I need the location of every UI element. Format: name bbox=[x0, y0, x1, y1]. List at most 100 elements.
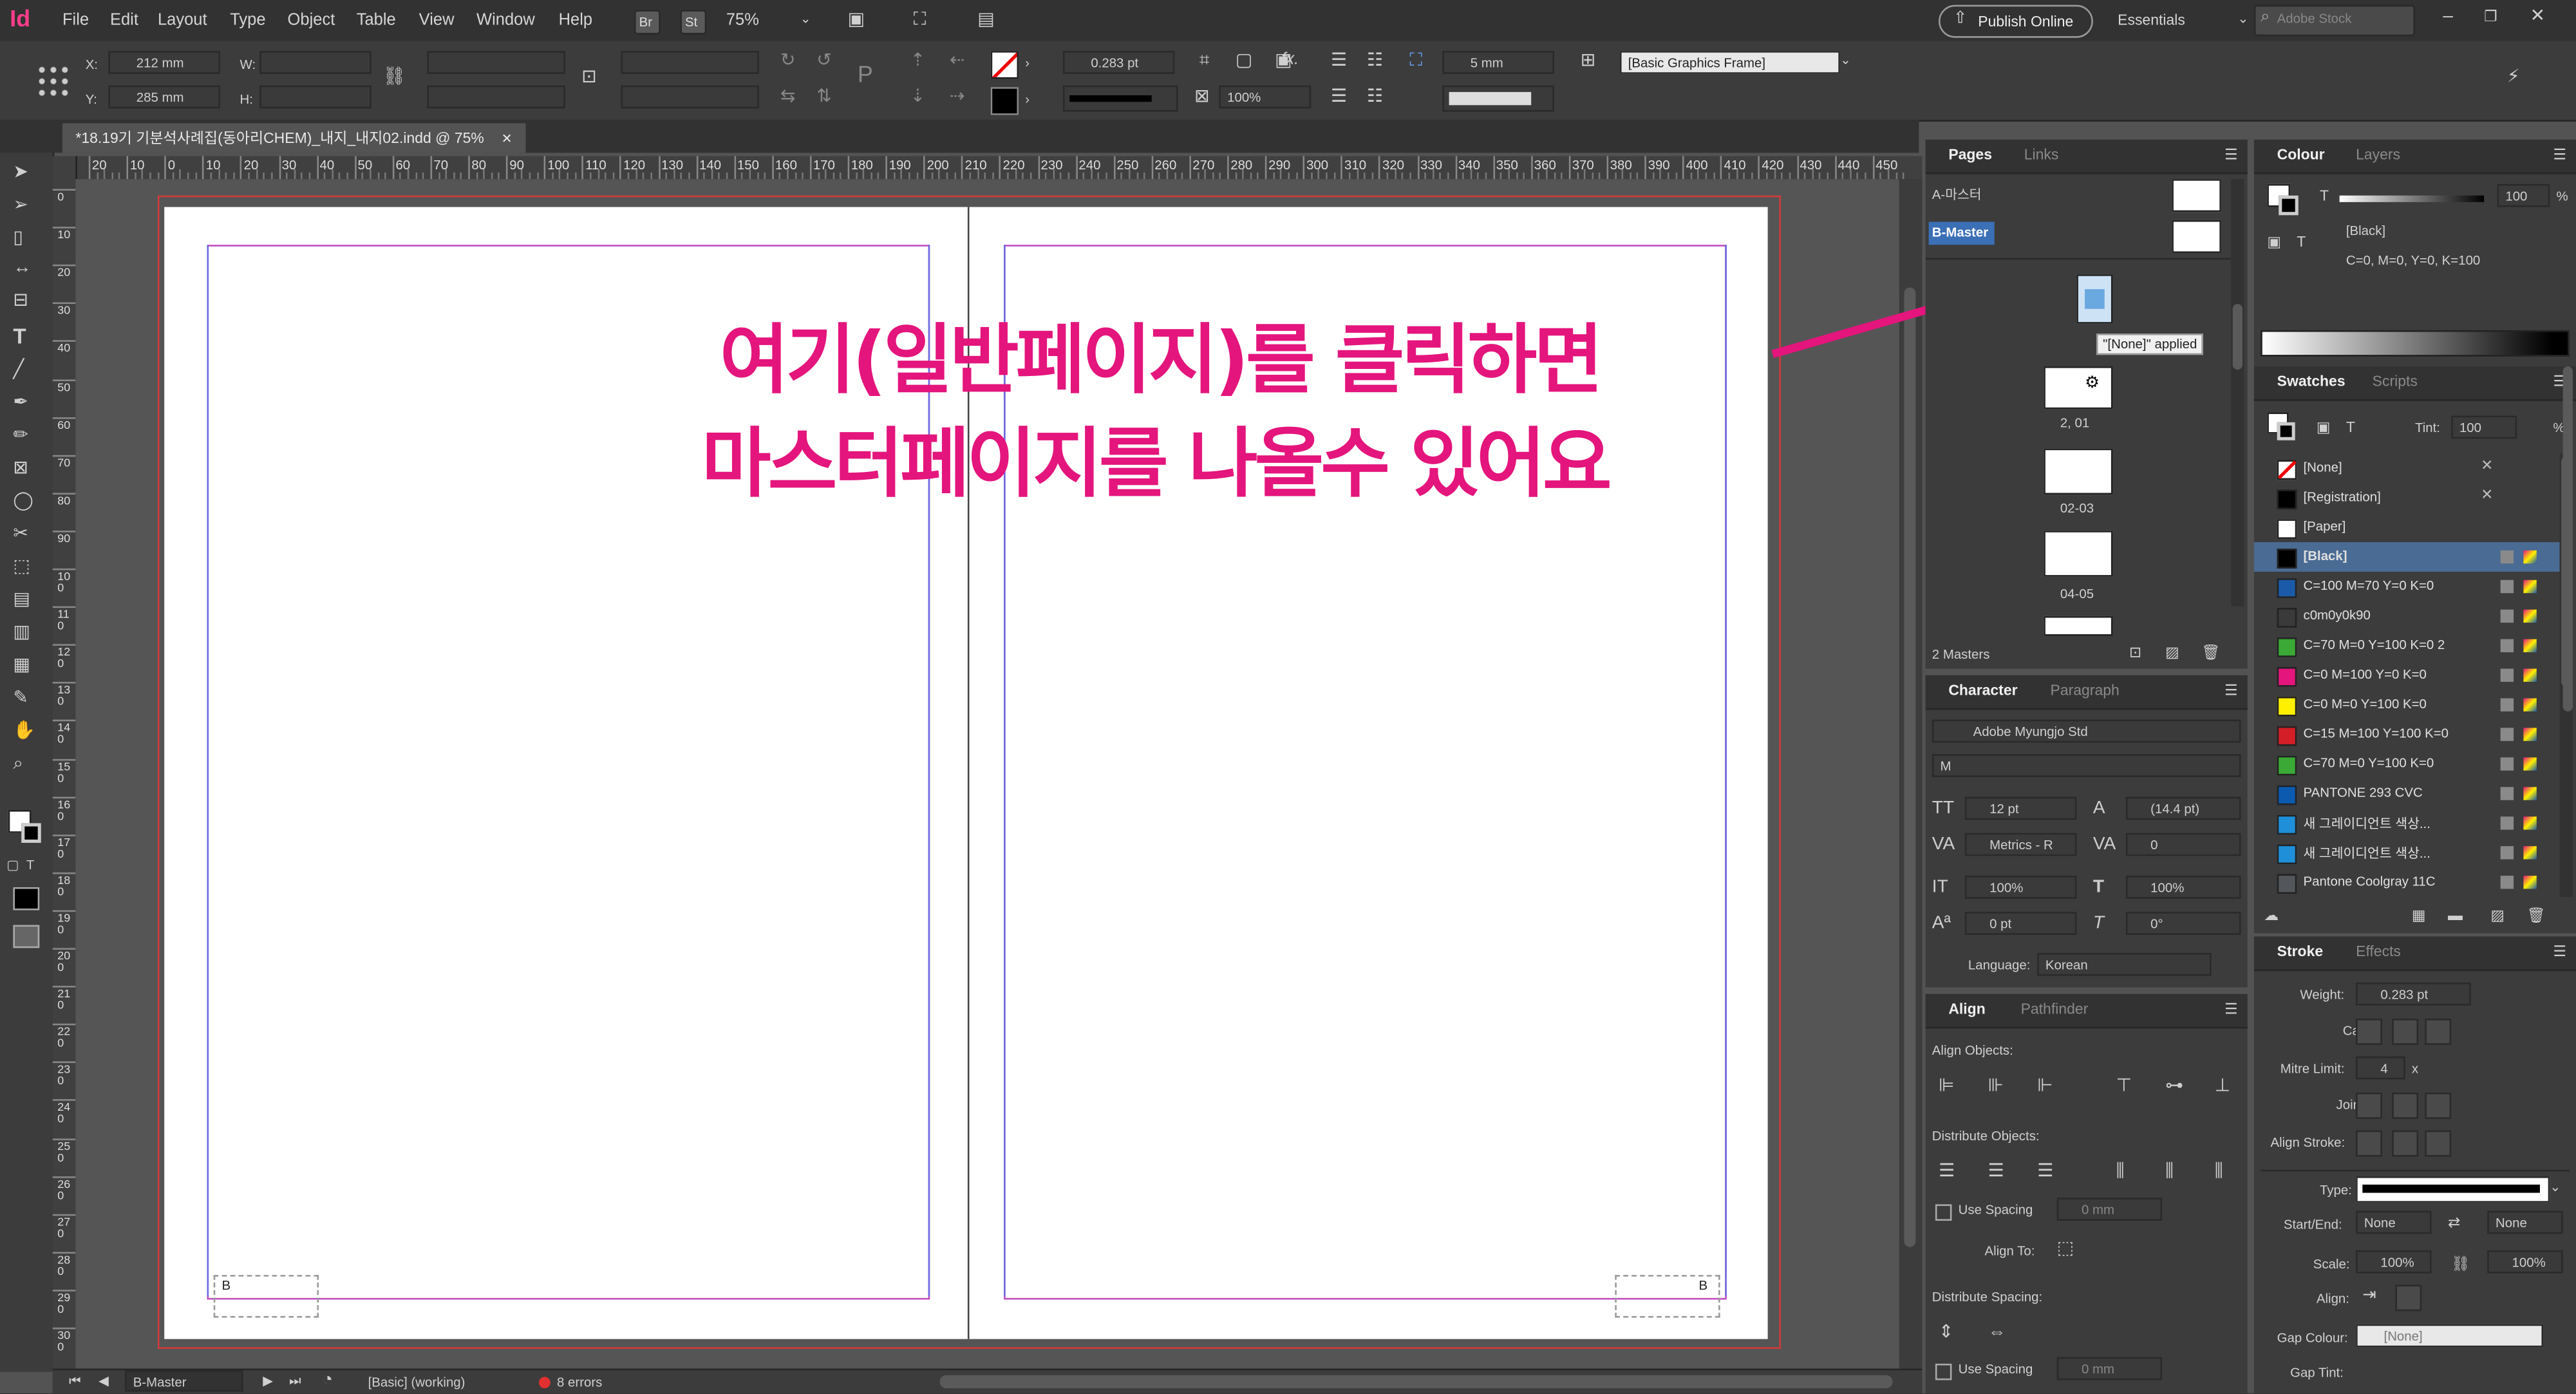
note-tool-icon[interactable]: ▦ bbox=[13, 655, 30, 675]
start-scale-field[interactable]: 100% bbox=[2356, 1250, 2432, 1274]
stroke-type-field[interactable] bbox=[2356, 1176, 2550, 1203]
butt-cap-button[interactable] bbox=[2356, 1019, 2382, 1045]
text-format-icon[interactable]: T bbox=[2346, 417, 2355, 437]
swatch-row[interactable]: C=70 M=0 Y=100 K=0 bbox=[2254, 749, 2560, 779]
align-to-selection-icon[interactable]: ⬚ bbox=[2057, 1239, 2074, 1259]
end-scale-field[interactable]: 100% bbox=[2487, 1250, 2563, 1274]
swatch-row[interactable]: PANTONE 293 CVC bbox=[2254, 779, 2560, 809]
panel-menu-icon[interactable]: ☰ bbox=[2224, 680, 2238, 700]
eyedropper-tool-icon[interactable]: ✎ bbox=[13, 688, 28, 708]
stroke-weight-field-panel[interactable]: 0.283 pt bbox=[2356, 982, 2471, 1006]
menu-edit[interactable]: Edit bbox=[110, 12, 138, 30]
tab-links[interactable]: Links bbox=[2024, 146, 2059, 163]
stock-button[interactable]: St bbox=[680, 10, 707, 35]
spacing-field-2[interactable]: 0 mm bbox=[2056, 1357, 2163, 1380]
chevron-down-icon[interactable]: ⌄ bbox=[2550, 1178, 2561, 1198]
panel-menu-icon[interactable]: ☰ bbox=[2224, 999, 2238, 1019]
rotate-cw-icon[interactable]: ↻ bbox=[780, 51, 796, 71]
restore-icon[interactable]: ❐ bbox=[2484, 6, 2497, 26]
colour-ramp[interactable] bbox=[2261, 330, 2570, 357]
align-center-icon[interactable]: ☷ bbox=[1367, 51, 1383, 71]
chevron-right-icon[interactable]: › bbox=[1025, 90, 1029, 110]
open-page-icon[interactable]: ◔ bbox=[322, 1370, 333, 1390]
menu-layout[interactable]: Layout bbox=[158, 12, 207, 30]
distribute-hspace-icon[interactable]: ⇔ bbox=[1988, 1323, 2006, 1342]
scale-percent-field[interactable]: 100% bbox=[1219, 85, 1312, 109]
menu-object[interactable]: Object bbox=[288, 12, 335, 30]
workspace-switcher[interactable]: Essentials bbox=[2118, 12, 2185, 28]
scale-x-field[interactable] bbox=[427, 51, 565, 74]
swatch-row[interactable]: 새 그레이디언트 색상... bbox=[2254, 808, 2560, 838]
scissors-tool-icon[interactable]: ✂ bbox=[13, 524, 28, 544]
projecting-cap-button[interactable] bbox=[2425, 1019, 2452, 1045]
swap-arrows-icon[interactable]: ⇄ bbox=[2448, 1212, 2460, 1232]
swatch-row[interactable]: [Paper] bbox=[2254, 513, 2560, 542]
swatch-row[interactable]: 새 그레이디언트 색상... bbox=[2254, 838, 2560, 867]
pages-scrollbar[interactable] bbox=[2231, 179, 2244, 607]
chevron-down-icon[interactable]: ⌄ bbox=[1840, 51, 1851, 71]
stroke-type-dropdown[interactable] bbox=[1062, 85, 1178, 112]
link-icon[interactable]: ⊡ bbox=[581, 68, 597, 88]
align-top-icon[interactable]: ⊤ bbox=[2116, 1076, 2132, 1096]
menu-file[interactable]: File bbox=[62, 12, 89, 30]
use-spacing-checkbox[interactable] bbox=[1935, 1204, 1952, 1221]
kerning-field[interactable]: Metrics - R bbox=[1964, 833, 2077, 856]
formatting-text-icon[interactable]: T bbox=[26, 856, 34, 876]
tab-align[interactable]: Align bbox=[1948, 1001, 1985, 1017]
fill-swatch[interactable] bbox=[990, 51, 1019, 79]
page-thumb-2[interactable]: ⚙ bbox=[2044, 366, 2113, 410]
vertical-scrollbar[interactable] bbox=[1899, 179, 1923, 1369]
chevron-right-icon[interactable]: › bbox=[1025, 54, 1029, 74]
page-thumb-5[interactable] bbox=[2044, 616, 2113, 636]
object-style-icon[interactable]: ⊞ bbox=[1581, 51, 1596, 71]
object-style-dropdown[interactable]: [Basic Graphics Frame] bbox=[1619, 51, 1840, 74]
pen-tool-icon[interactable]: ✒ bbox=[13, 393, 28, 413]
align-left-icon[interactable]: ⊫ bbox=[1939, 1076, 1954, 1096]
align-right-icon[interactable]: ⊩ bbox=[2037, 1076, 2053, 1096]
end-arrow-dropdown[interactable]: None bbox=[2487, 1210, 2563, 1234]
tint-slider[interactable] bbox=[2339, 195, 2485, 202]
gap-tool-icon[interactable]: ↔ bbox=[13, 258, 31, 278]
offset-field[interactable]: 5 mm bbox=[1442, 51, 1554, 74]
master-a[interactable]: A-마스터 bbox=[1932, 185, 1982, 203]
leading-field[interactable]: (14.4 pt) bbox=[2125, 796, 2241, 820]
gradient-swatch-tool-icon[interactable]: ▤ bbox=[13, 590, 30, 610]
tab-character[interactable]: Character bbox=[1948, 682, 2017, 699]
container-icon[interactable]: ▣ bbox=[2317, 417, 2331, 437]
direct-selection-tool-icon[interactable]: ➢ bbox=[13, 196, 28, 216]
link-scale-icon[interactable]: ⛓ bbox=[2451, 1254, 2470, 1274]
first-page-icon[interactable]: ⏮ bbox=[69, 1372, 80, 1392]
swatch-row[interactable]: [Registration] ✕ bbox=[2254, 483, 2560, 513]
panel-menu-icon[interactable]: ☰ bbox=[2224, 145, 2238, 165]
language-dropdown[interactable]: Korean bbox=[2037, 952, 2212, 976]
apply-color-icon[interactable] bbox=[13, 887, 40, 910]
bevel-join-button[interactable] bbox=[2425, 1092, 2452, 1119]
close-tab-icon[interactable]: ✕ bbox=[502, 131, 512, 146]
fx-icon[interactable]: fx. bbox=[1281, 51, 1299, 71]
show-swatches-icon[interactable]: ▦ bbox=[2412, 905, 2426, 925]
baseline-shift-field[interactable]: 0 pt bbox=[1964, 912, 2077, 935]
free-transform-tool-icon[interactable]: ⬚ bbox=[13, 557, 30, 577]
swatch-row[interactable]: C=70 M=0 Y=100 K=0 2 bbox=[2254, 631, 2560, 661]
scale-y-field[interactable] bbox=[427, 85, 565, 109]
tab-scripts[interactable]: Scripts bbox=[2373, 373, 2418, 390]
gap-colour-dropdown[interactable]: [None] bbox=[2356, 1324, 2544, 1348]
content-collector-icon[interactable]: ⊟ bbox=[13, 291, 28, 311]
selection-tool-icon[interactable]: ➤ bbox=[13, 163, 28, 183]
colour-fill-stroke-icon[interactable] bbox=[2267, 184, 2300, 217]
panel-menu-icon[interactable]: ☰ bbox=[2553, 941, 2566, 961]
select-next-icon[interactable]: ⇢ bbox=[950, 87, 965, 107]
select-content-icon[interactable]: ⇣ bbox=[910, 87, 926, 107]
last-page-icon[interactable]: ⏭ bbox=[289, 1372, 301, 1392]
swatch-row[interactable]: [None] ✕ bbox=[2254, 453, 2560, 483]
delete-page-icon[interactable]: 🗑 bbox=[2201, 643, 2220, 663]
miter-join-button[interactable] bbox=[2356, 1092, 2382, 1119]
tab-pathfinder[interactable]: Pathfinder bbox=[2021, 1001, 2089, 1017]
menu-window[interactable]: Window bbox=[476, 12, 535, 30]
swatch-row[interactable]: C=15 M=100 Y=100 K=0 bbox=[2254, 720, 2560, 749]
rectangle-frame-tool-icon[interactable]: ⊠ bbox=[13, 458, 28, 478]
tracking-field[interactable]: 0 bbox=[2125, 833, 2241, 856]
distribute-right-icon[interactable]: ⫼ bbox=[2215, 1162, 2223, 1182]
menu-help[interactable]: Help bbox=[559, 12, 593, 30]
paragraph-icon[interactable]: P bbox=[858, 62, 873, 86]
